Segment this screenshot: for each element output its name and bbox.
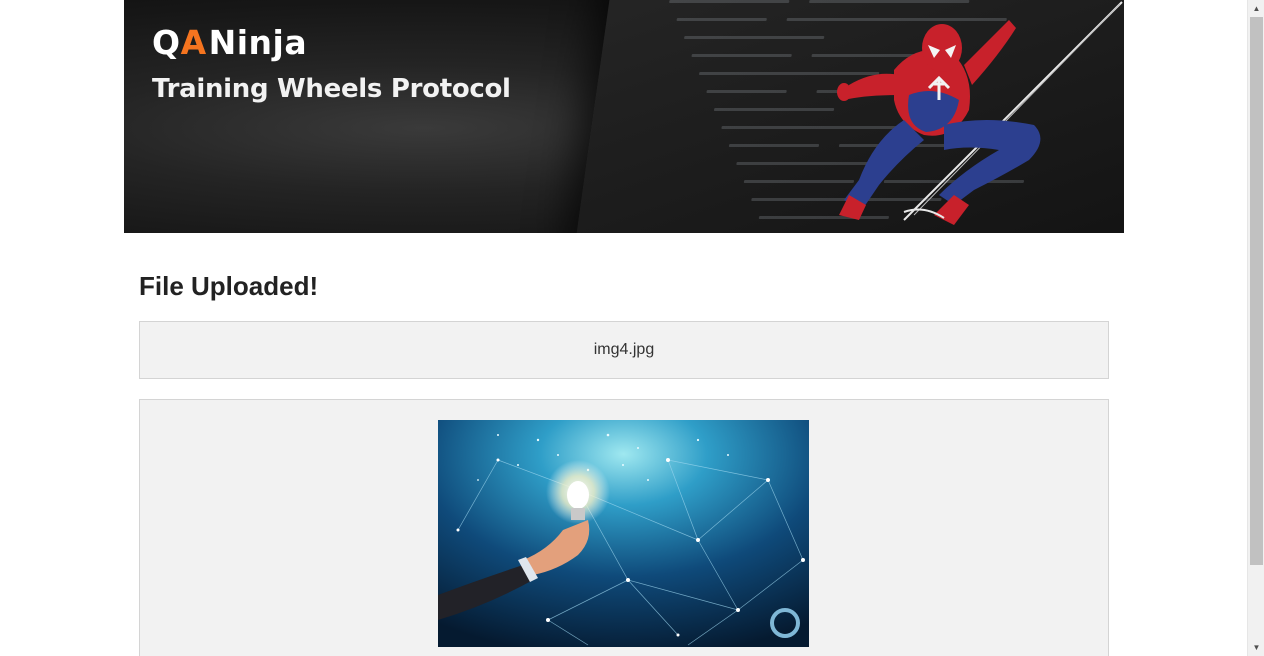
vertical-scrollbar[interactable]: ▲ ▼	[1247, 0, 1264, 656]
scroll-down-icon[interactable]: ▼	[1248, 639, 1264, 656]
scroll-thumb[interactable]	[1250, 17, 1263, 565]
image-preview-panel	[139, 399, 1109, 656]
page-title: File Uploaded!	[139, 271, 319, 301]
banner-tagline: Training Wheels Protocol	[152, 74, 511, 104]
logo-name: Ninja	[208, 22, 308, 62]
spiderman-figure	[837, 1, 1123, 225]
logo-a: A	[180, 22, 207, 62]
qaninja-logo: Q A Ninja	[152, 20, 307, 64]
scroll-up-icon[interactable]: ▲	[1248, 0, 1264, 17]
header-banner: Q A Ninja Training Wheels Protocol	[124, 0, 1124, 233]
uploaded-filename-box: img4.jpg	[139, 321, 1109, 379]
uploaded-filename: img4.jpg	[593, 341, 655, 358]
logo-q: Q	[152, 22, 181, 62]
uploaded-image-preview	[438, 420, 809, 647]
